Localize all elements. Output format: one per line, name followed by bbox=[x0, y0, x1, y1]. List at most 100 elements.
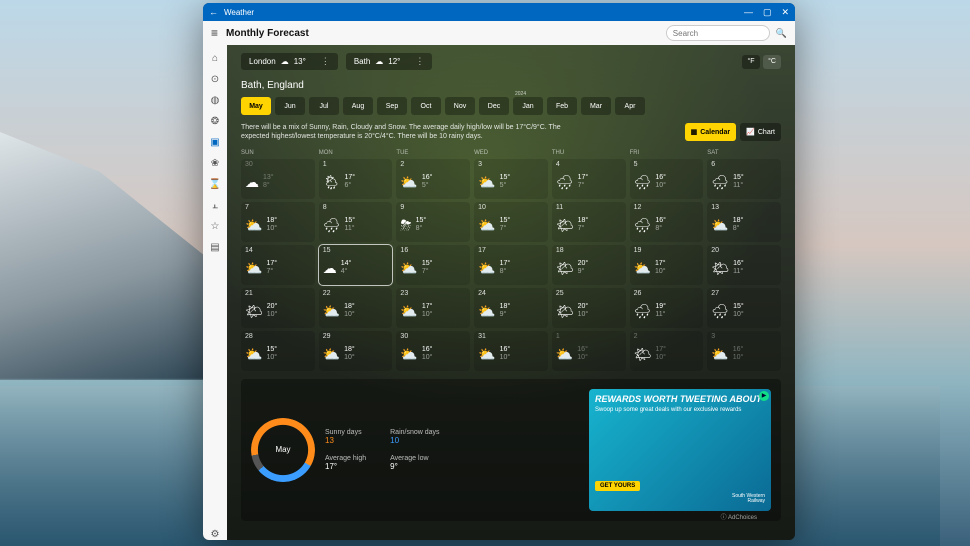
city-pill-bath[interactable]: Bath☁12°⋮ bbox=[346, 53, 433, 70]
search-icon[interactable]: 🔍 bbox=[776, 28, 787, 39]
day-cell[interactable]: 8🌧15°11° bbox=[319, 202, 393, 242]
more-icon[interactable]: ⋮ bbox=[415, 56, 424, 67]
pollen-icon[interactable]: ❀ bbox=[211, 158, 219, 169]
weather-icon: ⛅ bbox=[400, 347, 417, 361]
day-cell[interactable]: 27🌧15°10° bbox=[707, 288, 781, 328]
month-tab-feb[interactable]: Feb bbox=[547, 97, 577, 115]
day-cell[interactable]: 26🌧19°11° bbox=[630, 288, 704, 328]
low-temp: 7° bbox=[578, 225, 589, 233]
favorites-icon[interactable]: ☆ bbox=[211, 221, 220, 232]
day-number: 2 bbox=[400, 161, 466, 168]
day-number: 25 bbox=[556, 290, 622, 297]
day-cell[interactable]: 12🌧16°8° bbox=[630, 202, 704, 242]
more-icon[interactable]: ⋮ bbox=[321, 56, 330, 67]
city-temp: 12° bbox=[388, 57, 400, 66]
month-tab-aug[interactable]: Aug bbox=[343, 97, 373, 115]
globe-icon[interactable]: ◍ bbox=[211, 95, 220, 106]
adchoices-label[interactable]: ⓘ AdChoices bbox=[721, 512, 757, 521]
day-cell[interactable]: 13⛅18°8° bbox=[707, 202, 781, 242]
chart-icon[interactable]: ⫠ bbox=[212, 200, 218, 211]
day-cell[interactable]: 7⛅18°10° bbox=[241, 202, 315, 242]
day-number: 3 bbox=[711, 333, 777, 340]
day-cell[interactable]: 3⛅16°10° bbox=[707, 331, 781, 371]
day-cell[interactable]: 17⛅17°8° bbox=[474, 245, 548, 285]
low-temp: 4° bbox=[341, 268, 352, 276]
day-cell[interactable]: 23⛅17°10° bbox=[396, 288, 470, 328]
month-tab-apr[interactable]: Apr bbox=[615, 97, 645, 115]
day-cell[interactable]: 6🌧15°11° bbox=[707, 159, 781, 199]
day-number: 21 bbox=[245, 290, 311, 297]
view-calendar-button[interactable]: ▦ Calendar bbox=[685, 123, 737, 141]
day-cell[interactable]: 5🌧16°10° bbox=[630, 159, 704, 199]
month-tab-oct[interactable]: Oct bbox=[411, 97, 441, 115]
month-tab-sep[interactable]: Sep bbox=[377, 97, 407, 115]
day-cell[interactable]: 2🌤17°10° bbox=[630, 331, 704, 371]
calendar-icon[interactable]: ▣ bbox=[210, 137, 219, 148]
ad-close-icon[interactable]: ▶ bbox=[759, 391, 769, 401]
day-cell[interactable]: 15☁14°4° bbox=[319, 245, 393, 285]
day-cell[interactable]: 4🌧17°7° bbox=[552, 159, 626, 199]
month-tab-jul[interactable]: Jul bbox=[309, 97, 339, 115]
day-cell[interactable]: 16⛅15°7° bbox=[396, 245, 470, 285]
weather-icon: 🌦 bbox=[323, 175, 341, 189]
day-cell[interactable]: 25🌤20°10° bbox=[552, 288, 626, 328]
hamburger-icon[interactable]: ≡ bbox=[211, 26, 218, 40]
city-pill-london[interactable]: London☁13°⋮ bbox=[241, 53, 338, 70]
day-number: 30 bbox=[245, 161, 311, 168]
month-stats-panel: May Sunny days 13 Rain/snow days 10 Aver… bbox=[241, 379, 781, 521]
month-tab-dec[interactable]: Dec bbox=[479, 97, 509, 115]
day-number: 10 bbox=[478, 204, 544, 211]
month-tab-mar[interactable]: Mar bbox=[581, 97, 611, 115]
view-chart-button[interactable]: 📈 Chart bbox=[740, 123, 781, 141]
day-cell[interactable]: 10⛅15°7° bbox=[474, 202, 548, 242]
day-cell[interactable]: 9⛈15°8° bbox=[396, 202, 470, 242]
low-temp: 10° bbox=[578, 311, 589, 319]
day-cell[interactable]: 19⛅17°10° bbox=[630, 245, 704, 285]
day-cell[interactable]: 20🌤16°11° bbox=[707, 245, 781, 285]
low-temp: 10° bbox=[577, 354, 588, 362]
day-cell[interactable]: 28⛅15°10° bbox=[241, 331, 315, 371]
unit-c[interactable]: °C bbox=[763, 55, 781, 69]
day-cell[interactable]: 3⛅15°5° bbox=[474, 159, 548, 199]
weather-icon: ☁ bbox=[245, 175, 259, 189]
search-input[interactable] bbox=[666, 25, 770, 41]
weather-icon: 🌧 bbox=[634, 175, 652, 189]
day-cell[interactable]: 1⛅16°10° bbox=[552, 331, 626, 371]
day-cell[interactable]: 22⛅18°10° bbox=[319, 288, 393, 328]
back-icon[interactable]: ← bbox=[209, 7, 218, 17]
life-icon[interactable]: ❂ bbox=[211, 116, 219, 127]
dow-label: THU bbox=[552, 150, 626, 156]
month-tab-nov[interactable]: Nov bbox=[445, 97, 475, 115]
ad-subtext: Swoop up some great deals with our exclu… bbox=[595, 407, 765, 414]
close-button[interactable]: ✕ bbox=[781, 7, 789, 18]
low-temp: 10° bbox=[344, 354, 355, 362]
unit-f[interactable]: °F bbox=[742, 55, 760, 69]
day-cell[interactable]: 21🌤20°10° bbox=[241, 288, 315, 328]
ad-cta-button[interactable]: GET YOURS bbox=[595, 481, 640, 491]
low-temp: 8° bbox=[655, 225, 666, 233]
history-icon[interactable]: ⌛ bbox=[209, 179, 221, 190]
settings-icon[interactable]: ⚙ bbox=[211, 529, 220, 540]
month-tab-may[interactable]: May bbox=[241, 97, 271, 115]
day-cell[interactable]: 18🌤20°9° bbox=[552, 245, 626, 285]
day-cell[interactable]: 2⛅16°5° bbox=[396, 159, 470, 199]
month-tab-jun[interactable]: Jun bbox=[275, 97, 305, 115]
day-cell[interactable]: 30⛅16°10° bbox=[396, 331, 470, 371]
day-cell[interactable]: 24⛅18°9° bbox=[474, 288, 548, 328]
maximize-button[interactable]: ▢ bbox=[763, 7, 772, 18]
day-cell[interactable]: 29⛅18°10° bbox=[319, 331, 393, 371]
day-cell[interactable]: 30☁13°8° bbox=[241, 159, 315, 199]
day-cell[interactable]: 1🌦17°6° bbox=[319, 159, 393, 199]
low-temp: 9° bbox=[578, 268, 589, 276]
home-icon[interactable]: ⌂ bbox=[212, 53, 218, 64]
news-icon[interactable]: ▤ bbox=[210, 242, 219, 253]
advertisement[interactable]: ▶ REWARDS WORTH TWEETING ABOUT Swoop up … bbox=[589, 389, 771, 511]
map-icon[interactable]: ⊙ bbox=[211, 74, 219, 85]
minimize-button[interactable]: — bbox=[744, 7, 753, 17]
day-cell[interactable]: 31⛅16°10° bbox=[474, 331, 548, 371]
chart-icon: 📈 bbox=[746, 128, 755, 136]
day-cell[interactable]: 11🌤18°7° bbox=[552, 202, 626, 242]
month-tab-jan[interactable]: Jan2024 bbox=[513, 97, 543, 115]
day-cell[interactable]: 14⛅17°7° bbox=[241, 245, 315, 285]
weather-icon: 🌤 bbox=[245, 304, 263, 318]
